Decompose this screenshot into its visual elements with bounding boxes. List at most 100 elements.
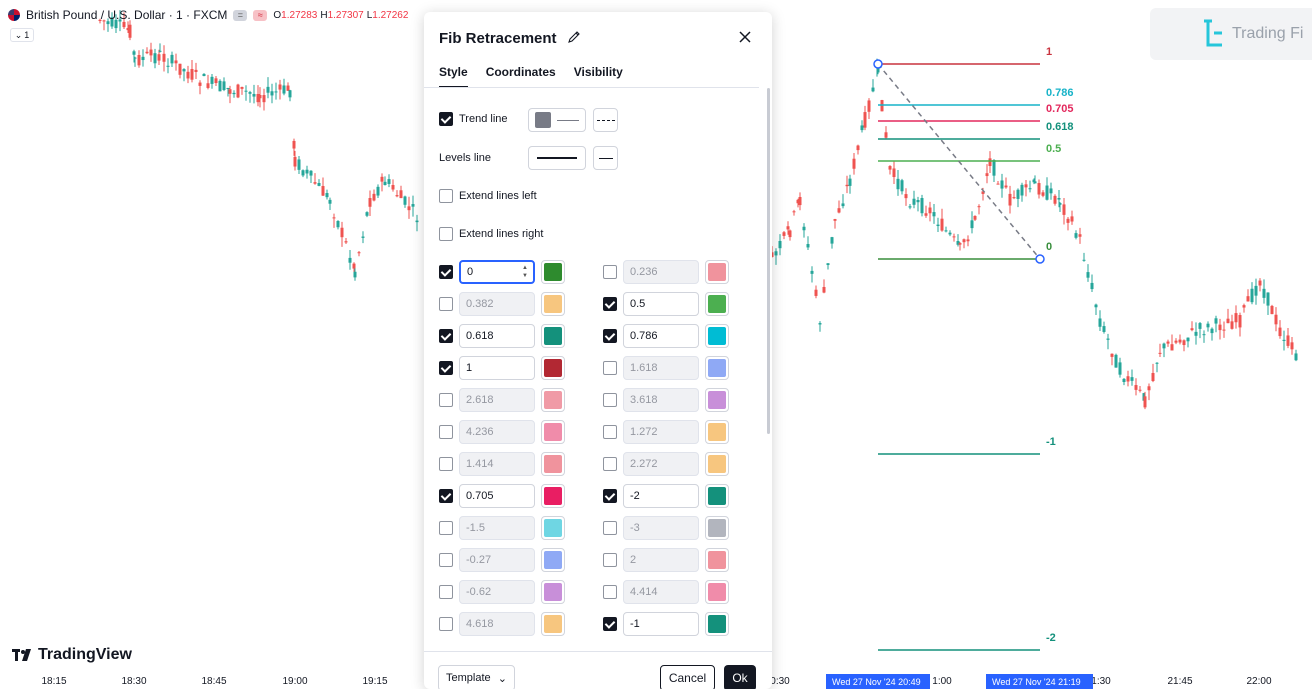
fib-level-checkbox[interactable] bbox=[439, 265, 453, 279]
levels-line-style-button[interactable] bbox=[528, 146, 586, 170]
fib-level-color-button[interactable] bbox=[541, 484, 565, 508]
fib-level-checkbox[interactable] bbox=[603, 393, 617, 407]
fib-level-color-button[interactable] bbox=[705, 516, 729, 540]
levels-line-row: Levels line bbox=[439, 152, 491, 164]
fib-level-value-input[interactable]: -0.27 bbox=[459, 548, 535, 572]
fib-level-value-input[interactable]: 0.382 bbox=[459, 292, 535, 316]
fib-level-checkbox[interactable] bbox=[603, 489, 617, 503]
symbol-header[interactable]: British Pound / U.S. Dollar · 1 · FXCM =… bbox=[8, 8, 411, 22]
extend-left-checkbox[interactable] bbox=[439, 189, 453, 203]
fib-level-value-input[interactable]: 3.618 bbox=[623, 388, 699, 412]
fib-level-color-button[interactable] bbox=[541, 516, 565, 540]
dialog-scrollbar[interactable] bbox=[767, 88, 770, 434]
fib-level-value-input[interactable]: 0.786 bbox=[623, 324, 699, 348]
fib-level-checkbox[interactable] bbox=[439, 489, 453, 503]
tab-visibility[interactable]: Visibility bbox=[574, 65, 623, 88]
fib-level-checkbox[interactable] bbox=[603, 457, 617, 471]
fib-level-value-input[interactable]: 4.236 bbox=[459, 420, 535, 444]
fib-level-checkbox[interactable] bbox=[603, 361, 617, 375]
fib-anchor-handle[interactable] bbox=[1035, 254, 1045, 264]
fib-level-value-input[interactable]: 0.236 bbox=[623, 260, 699, 284]
fib-level-value-input[interactable]: 1.414 bbox=[459, 452, 535, 476]
fib-level-color-button[interactable] bbox=[541, 356, 565, 380]
tab-style[interactable]: Style bbox=[439, 65, 468, 88]
fib-level-checkbox[interactable] bbox=[603, 297, 617, 311]
fib-level-color-button[interactable] bbox=[705, 260, 729, 284]
fib-level-color-button[interactable] bbox=[541, 388, 565, 412]
trend-line-style-button[interactable] bbox=[528, 108, 586, 132]
fib-level-value-input[interactable]: -1.5 bbox=[459, 516, 535, 540]
fib-level-color-button[interactable] bbox=[705, 292, 729, 316]
fib-level-value-input[interactable]: 0.5 bbox=[623, 292, 699, 316]
fib-level-value-input[interactable]: 1 bbox=[459, 356, 535, 380]
fib-level-row: 0.236 bbox=[603, 260, 729, 284]
candle-body bbox=[226, 87, 230, 89]
extend-right-checkbox[interactable] bbox=[439, 227, 453, 241]
fib-level-color-button[interactable] bbox=[541, 260, 565, 284]
trend-line-checkbox[interactable] bbox=[439, 112, 453, 126]
fib-level-color-button[interactable] bbox=[705, 548, 729, 572]
fib-level-color-button[interactable] bbox=[705, 356, 729, 380]
fib-level-color-button[interactable] bbox=[541, 452, 565, 476]
approx-icon[interactable]: ≈ bbox=[253, 9, 268, 21]
fib-level-color-button[interactable] bbox=[705, 452, 729, 476]
fib-level-color-button[interactable] bbox=[705, 612, 729, 636]
fib-level-color-button[interactable] bbox=[541, 612, 565, 636]
fib-level-checkbox[interactable] bbox=[603, 425, 617, 439]
fib-level-color-button[interactable] bbox=[541, 580, 565, 604]
fib-level-color-button[interactable] bbox=[705, 388, 729, 412]
fib-level-value-input[interactable]: -3 bbox=[623, 516, 699, 540]
fib-level-value-input[interactable]: 4.414 bbox=[623, 580, 699, 604]
fib-level-checkbox[interactable] bbox=[603, 265, 617, 279]
fib-level-value-input[interactable]: 2.618 bbox=[459, 388, 535, 412]
fib-level-color-button[interactable] bbox=[541, 548, 565, 572]
fib-level-color-button[interactable] bbox=[705, 484, 729, 508]
fib-level-value-input[interactable]: -2 bbox=[623, 484, 699, 508]
fib-level-checkbox[interactable] bbox=[439, 297, 453, 311]
fib-level-checkbox[interactable] bbox=[603, 329, 617, 343]
fib-level-checkbox[interactable] bbox=[439, 617, 453, 631]
symbol-title[interactable]: British Pound / U.S. Dollar · 1 · FXCM bbox=[26, 8, 227, 22]
fib-level-checkbox[interactable] bbox=[439, 521, 453, 535]
fib-level-checkbox[interactable] bbox=[439, 393, 453, 407]
fib-level-value-input[interactable]: -1 bbox=[623, 612, 699, 636]
cancel-button[interactable]: Cancel bbox=[660, 665, 715, 689]
fib-level-checkbox[interactable] bbox=[439, 553, 453, 567]
fib-level-checkbox[interactable] bbox=[603, 585, 617, 599]
fib-level-checkbox[interactable] bbox=[603, 553, 617, 567]
fib-level-color-button[interactable] bbox=[541, 292, 565, 316]
template-dropdown[interactable]: Template ⌄ bbox=[438, 665, 515, 689]
tab-coordinates[interactable]: Coordinates bbox=[486, 65, 556, 88]
fib-level-value-input[interactable]: 1.272 bbox=[623, 420, 699, 444]
fib-level-checkbox[interactable] bbox=[439, 361, 453, 375]
fib-level-value-input[interactable]: 2 bbox=[623, 548, 699, 572]
fib-level-value-input[interactable]: 0.705 bbox=[459, 484, 535, 508]
fib-level-checkbox[interactable] bbox=[603, 521, 617, 535]
collapse-legend-button[interactable]: ⌄ 1 bbox=[10, 28, 34, 42]
fib-level-color-button[interactable] bbox=[705, 324, 729, 348]
fib-level-checkbox[interactable] bbox=[439, 585, 453, 599]
fib-level-value-input[interactable]: 0.618 bbox=[459, 324, 535, 348]
fib-level-value-input[interactable]: 0 ▲ ▼ bbox=[459, 260, 535, 284]
fib-level-checkbox[interactable] bbox=[603, 617, 617, 631]
fib-level-checkbox[interactable] bbox=[439, 425, 453, 439]
fib-level-checkbox[interactable] bbox=[439, 457, 453, 471]
fib-level-checkbox[interactable] bbox=[439, 329, 453, 343]
trend-line-dash-button[interactable] bbox=[593, 108, 618, 132]
fib-level-value-input[interactable]: 2.272 bbox=[623, 452, 699, 476]
levels-line-type-button[interactable] bbox=[593, 146, 618, 170]
spinner-arrows-icon[interactable]: ▲ ▼ bbox=[522, 264, 528, 280]
fib-level-value-input[interactable]: -0.62 bbox=[459, 580, 535, 604]
fib-level-color-button[interactable] bbox=[705, 420, 729, 444]
fib-level-value-input[interactable]: 1.618 bbox=[623, 356, 699, 380]
fib-level-color-button[interactable] bbox=[541, 324, 565, 348]
ok-button[interactable]: Ok bbox=[724, 665, 756, 689]
candle-body bbox=[1186, 337, 1190, 342]
edit-pencil-icon[interactable] bbox=[567, 30, 581, 44]
fib-level-color-button[interactable] bbox=[541, 420, 565, 444]
fib-anchor-handle[interactable] bbox=[873, 59, 883, 69]
close-icon[interactable] bbox=[737, 29, 753, 45]
fib-level-color-button[interactable] bbox=[705, 580, 729, 604]
equal-icon[interactable]: = bbox=[233, 9, 248, 21]
fib-level-value-input[interactable]: 4.618 bbox=[459, 612, 535, 636]
